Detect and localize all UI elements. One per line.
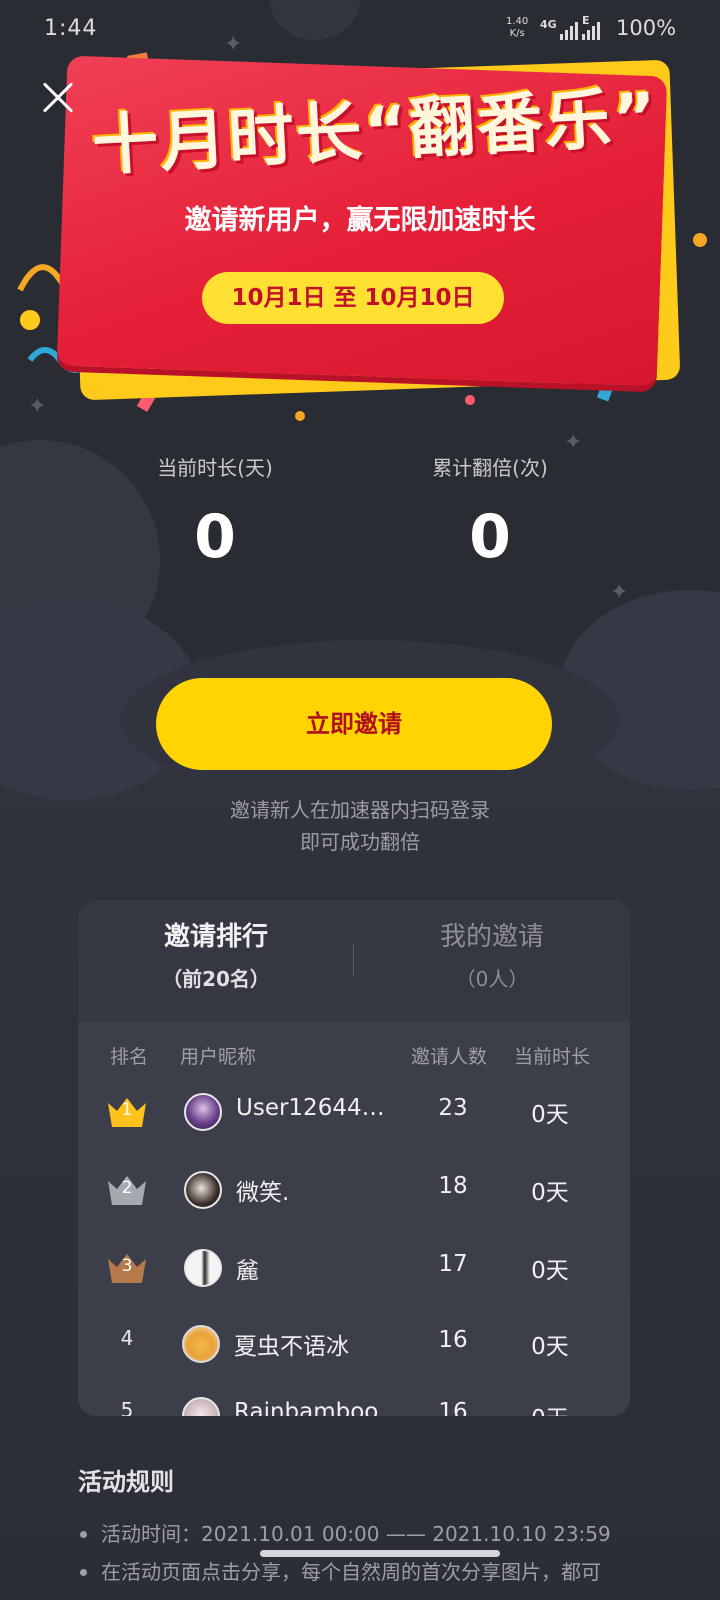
table-row: 3 麄 17 0天 — [78, 1234, 630, 1304]
avatar — [182, 1325, 220, 1363]
rank-number: 2 — [121, 1178, 133, 1198]
bullet-icon — [80, 1569, 87, 1576]
tab-my-invites-title: 我的邀请 — [439, 922, 544, 952]
rank-number: 3 — [121, 1256, 133, 1276]
banner-subtitle: 邀请新用户，赢无限加速时长 — [184, 205, 536, 236]
user-nickname: User126447... — [236, 1095, 398, 1121]
user-nickname: 麄 — [236, 1258, 259, 1284]
user-nickname: 夏虫不语冰 — [234, 1334, 349, 1360]
total-double-label: 累计翻倍(次) — [432, 456, 548, 480]
rank-number: 1 — [121, 1100, 133, 1120]
table-row: 2 微笑. 18 0天 — [78, 1156, 630, 1226]
user-nickname: Rainbamboo — [234, 1399, 379, 1416]
date-range-badge: 10月1日 至 10月10日 — [202, 272, 504, 324]
rank-number: 4 — [120, 1326, 134, 1350]
current-duration: 0天 — [531, 1334, 569, 1360]
signal-icon — [560, 20, 578, 40]
rule-item: 在活动页面点击分享，每个自然周的首次分享图片，都可 — [78, 1556, 638, 1585]
tab-invite-ranking-sub: （前20名） — [162, 967, 270, 991]
page: ✦ ✦ ✦ ✦ ★ ★ 1:44 1.40 K/s 4G E 100% — [0, 0, 720, 1600]
invite-count: 16 — [438, 1327, 468, 1353]
invite-count: 23 — [438, 1095, 468, 1121]
avatar — [184, 1249, 222, 1287]
total-double-value: 0 — [469, 502, 511, 572]
bullet-icon — [80, 1531, 87, 1538]
signal-icon — [582, 20, 600, 40]
invite-now-button[interactable]: 立即邀请 — [156, 678, 552, 770]
table-row: 5 Rainbamboo 16 0天 — [78, 1382, 630, 1416]
close-icon[interactable] — [36, 76, 80, 120]
column-nickname: 用户昵称 — [180, 1046, 257, 1068]
rule-item-text: 在活动页面点击分享，每个自然周的首次分享图片，都可 — [101, 1560, 601, 1584]
table-header: 排名 用户昵称 邀请人数 当前时长 — [78, 1042, 630, 1068]
sparkle-icon: ✦ — [610, 580, 629, 605]
table-row: 1 User126447... 23 0天 — [78, 1078, 630, 1148]
user-nickname: 微笑. — [236, 1180, 290, 1206]
current-duration-value: 0 — [194, 502, 236, 572]
network-speed: 1.40 K/s — [506, 16, 528, 40]
battery-level: 100% — [616, 16, 677, 40]
current-duration-label: 当前时长(天) — [157, 456, 273, 480]
ranking-tabs: 邀请排行 （前20名） 我的邀请 （0人） — [78, 900, 630, 1022]
column-current-duration: 当前时长 — [514, 1046, 591, 1068]
network-type: 4G — [540, 18, 557, 31]
avatar — [184, 1093, 222, 1131]
rank-number: 5 — [120, 1398, 134, 1416]
invite-count: 17 — [438, 1251, 468, 1277]
avatar — [184, 1171, 222, 1209]
ranking-card: 邀请排行 （前20名） 我的邀请 （0人） 排名 用户昵称 邀请人数 当前时长 — [78, 900, 630, 1416]
invite-count: 18 — [438, 1173, 468, 1199]
current-duration: 0天 — [531, 1180, 569, 1206]
invite-hint-line1: 邀请新人在加速器内扫码登录 — [230, 798, 490, 822]
column-rank: 排名 — [110, 1046, 149, 1068]
invite-count: 16 — [438, 1399, 468, 1416]
invite-hint-line2: 即可成功翻倍 — [300, 830, 420, 854]
table-row: 4 夏虫不语冰 16 0天 — [78, 1310, 630, 1380]
network-speed-unit: K/s — [509, 28, 525, 39]
current-duration: 0天 — [531, 1102, 569, 1128]
tab-my-invites-sub: （0人） — [455, 967, 529, 991]
column-invite-count: 邀请人数 — [411, 1046, 488, 1068]
home-indicator[interactable] — [260, 1550, 500, 1557]
status-time: 1:44 — [44, 16, 98, 41]
network-speed-value: 1.40 — [506, 16, 529, 27]
current-duration: 0天 — [531, 1258, 569, 1284]
ranking-table[interactable]: 排名 用户昵称 邀请人数 当前时长 1 User126447... 23 0天 — [78, 1022, 630, 1416]
current-duration: 0天 — [510, 1399, 590, 1416]
rule-item: 活动时间：2021.10.01 00:00 —— 2021.10.10 23:5… — [78, 1518, 638, 1547]
status-bar: 1:44 1.40 K/s 4G E 100% — [0, 0, 720, 56]
avatar — [182, 1397, 220, 1416]
tab-my-invites[interactable]: 我的邀请 （0人） — [354, 916, 630, 992]
rule-item-text: 活动时间：2021.10.01 00:00 —— 2021.10.10 23:5… — [101, 1522, 611, 1546]
rules-title: 活动规则 — [78, 1468, 174, 1496]
tab-invite-ranking[interactable]: 邀请排行 （前20名） — [78, 916, 354, 992]
tab-invite-ranking-title: 邀请排行 — [163, 922, 268, 952]
